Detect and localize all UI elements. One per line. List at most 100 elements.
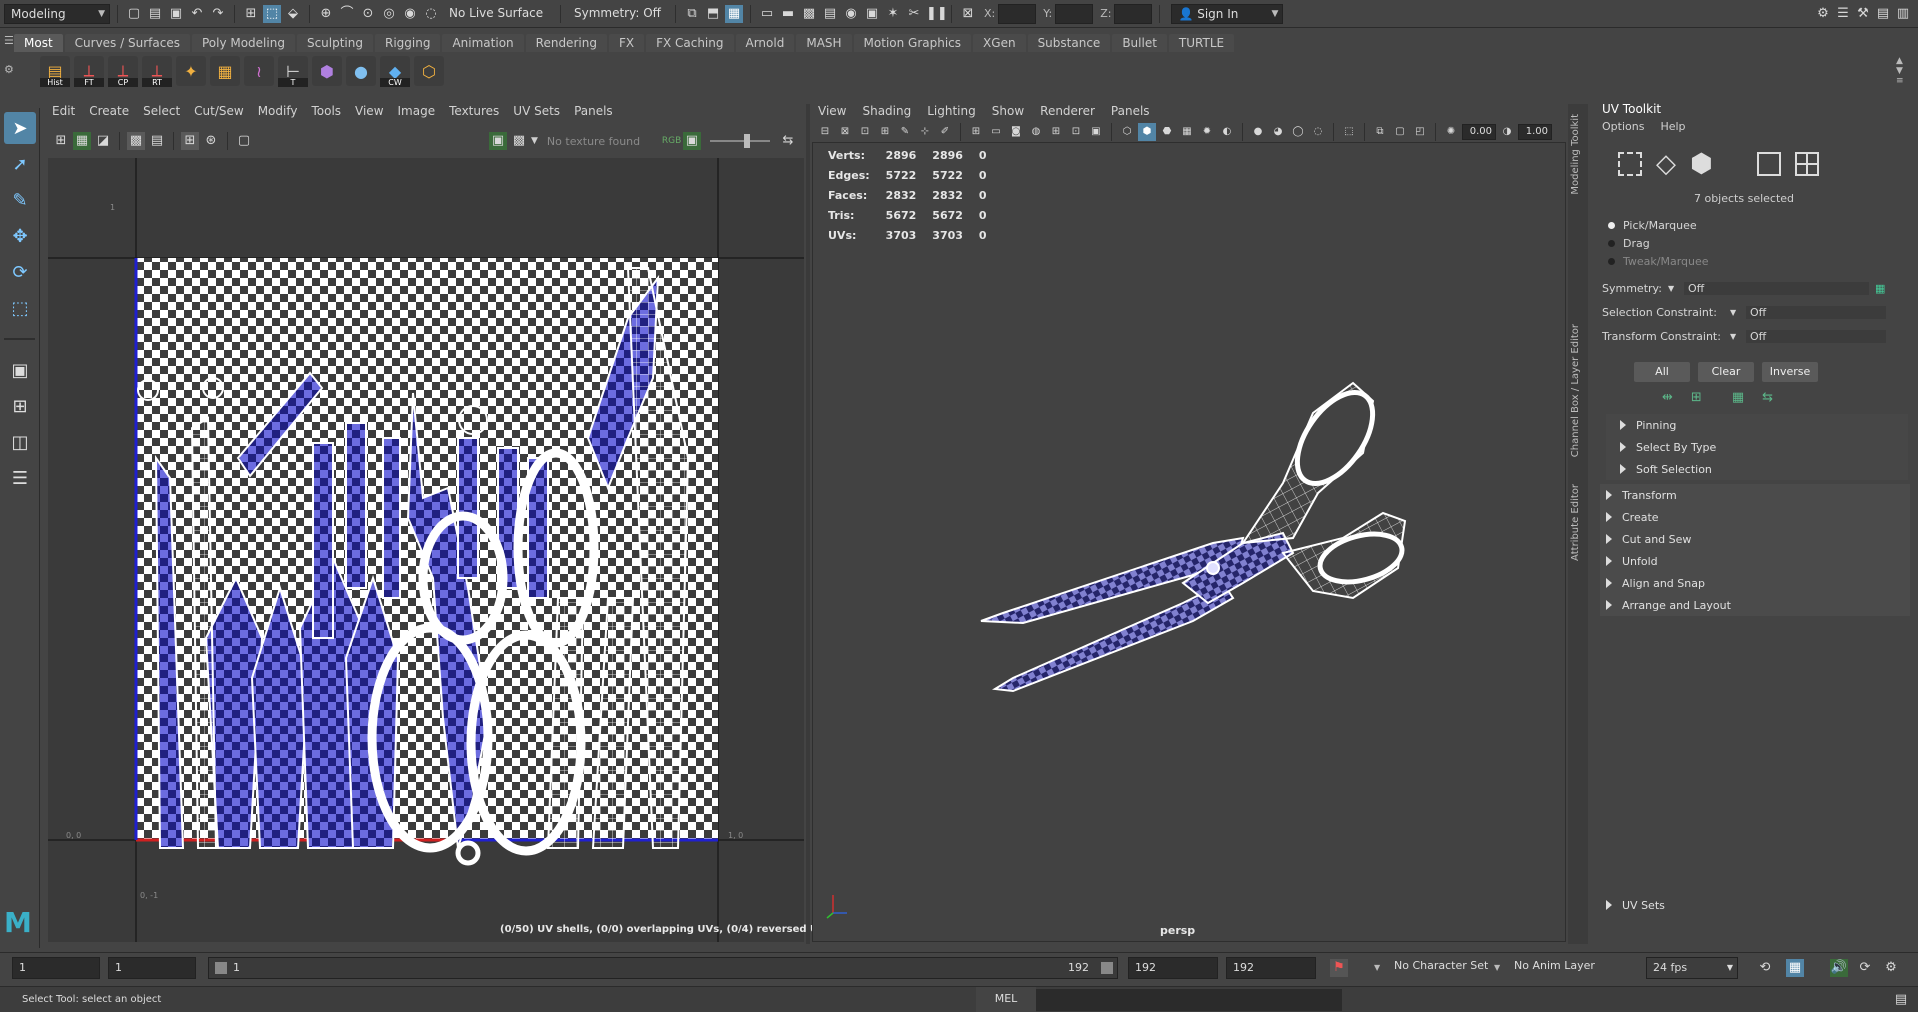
- anim-prefs-icon[interactable]: ⟳: [1856, 959, 1874, 977]
- uv-menu-textures[interactable]: Textures: [449, 104, 499, 124]
- uv-pixel-snap-icon[interactable]: ⊛: [202, 132, 220, 150]
- uv-checker-icon[interactable]: ▩: [127, 132, 145, 150]
- render-region-icon[interactable]: ⧉: [683, 5, 701, 23]
- toolkit-menu-options[interactable]: Options: [1602, 120, 1644, 133]
- side-tab-modeling-toolkit[interactable]: Modeling Toolkit: [1570, 114, 1581, 195]
- two-d-pan-icon[interactable]: ⊹: [916, 123, 934, 141]
- sound-icon[interactable]: 🔊: [1830, 959, 1848, 977]
- inverse-button[interactable]: Inverse: [1762, 362, 1818, 382]
- arnold-ipr-icon[interactable]: ▣: [863, 5, 881, 23]
- playback-end-field[interactable]: 192: [1128, 957, 1218, 979]
- camera-attributes-icon[interactable]: ⊡: [856, 123, 874, 141]
- undo-icon[interactable]: ↶: [188, 5, 206, 23]
- range-slider[interactable]: 1 192: [208, 957, 1118, 979]
- symmetry-dropdown[interactable]: Symmetry: Off: [568, 3, 668, 24]
- xray-active-icon[interactable]: ▢: [1391, 123, 1409, 141]
- uv-shell-select-icon[interactable]: [1618, 152, 1642, 176]
- side-tab-attribute-editor[interactable]: Attribute Editor: [1570, 484, 1581, 561]
- tool-settings-icon[interactable]: ⚒: [1854, 5, 1872, 23]
- tab-poly-modeling[interactable]: Poly Modeling: [191, 34, 295, 52]
- animation-start-field[interactable]: 1: [12, 957, 100, 979]
- fps-dropdown[interactable]: 24 fps ▼: [1646, 957, 1738, 979]
- attribute-editor-icon[interactable]: ☰: [1834, 5, 1852, 23]
- shadows-icon[interactable]: ◐: [1218, 123, 1236, 141]
- uv-menu-image[interactable]: Image: [398, 104, 436, 124]
- rotate-tool-icon[interactable]: ⟳: [4, 256, 36, 288]
- rgb-channel-icon[interactable]: RGB: [662, 132, 681, 150]
- record-icon[interactable]: ◉: [842, 5, 860, 23]
- select-hierarchy-icon[interactable]: ⊞: [242, 5, 260, 23]
- select-object-icon[interactable]: ⬚: [263, 4, 281, 23]
- render-frame-icon[interactable]: ⬒: [704, 5, 722, 23]
- chevron-down-icon[interactable]: ▼: [1494, 963, 1500, 972]
- select-all-button[interactable]: All: [1634, 362, 1690, 382]
- section-select-by-type[interactable]: Select By Type: [1606, 436, 1908, 458]
- channel-box-icon[interactable]: ▤: [1874, 5, 1892, 23]
- tab-animation[interactable]: Animation: [442, 34, 524, 52]
- bend-curve-button[interactable]: ≀: [244, 56, 274, 86]
- cache-playback-icon[interactable]: ▦: [1786, 959, 1804, 977]
- outliner-icon[interactable]: ▥: [1894, 5, 1912, 23]
- snap-live-icon[interactable]: ◌: [422, 5, 440, 23]
- playback-start-field[interactable]: 1: [108, 957, 196, 979]
- toolkit-menu-help[interactable]: Help: [1660, 120, 1685, 133]
- image-display-icon[interactable]: ▣: [489, 132, 507, 150]
- snap-point-icon[interactable]: ⊙: [359, 5, 377, 23]
- select-component-icon[interactable]: ⬙: [284, 5, 302, 23]
- tab-curves-surfaces[interactable]: Curves / Surfaces: [64, 34, 190, 52]
- script-editor-icon[interactable]: ▤: [1892, 991, 1910, 1009]
- tab-xgen[interactable]: XGen: [973, 34, 1026, 52]
- section-arrange-and-layout[interactable]: Arrange and Layout: [1600, 594, 1910, 616]
- render-view-icon[interactable]: ▭: [758, 5, 776, 23]
- tab-sculpting[interactable]: Sculpting: [296, 34, 373, 52]
- lights-icon[interactable]: ✹: [1198, 123, 1216, 141]
- vp-menu-panels[interactable]: Panels: [1111, 104, 1150, 124]
- select-border-icon[interactable]: ▦: [1732, 390, 1744, 405]
- section-cut-and-sew[interactable]: Cut and Sew: [1600, 528, 1910, 550]
- tab-fx[interactable]: FX: [608, 34, 645, 52]
- uv-distortion-icon[interactable]: ◪: [94, 132, 112, 150]
- gate-mask-icon[interactable]: ◍: [1027, 123, 1045, 141]
- uv-menu-panels[interactable]: Panels: [574, 104, 613, 124]
- field-chart-icon[interactable]: ⊞: [1047, 123, 1065, 141]
- side-tab-channel-box[interactable]: Channel Box / Layer Editor: [1570, 324, 1581, 457]
- combine-button[interactable]: ▦: [210, 56, 240, 86]
- animation-end-field[interactable]: 192: [1226, 957, 1316, 979]
- tweak-marquee-radio[interactable]: Tweak/Marquee: [1608, 252, 1709, 270]
- uv-face-select-icon[interactable]: ⬢: [1690, 151, 1713, 177]
- preferences-icon[interactable]: ⚙: [1882, 959, 1900, 977]
- symmetry-settings-icon[interactable]: ▦: [1875, 282, 1885, 295]
- gamma-icon[interactable]: ◑: [1498, 123, 1516, 141]
- lasso-tool-icon[interactable]: ➚: [4, 148, 36, 180]
- chevron-down-icon[interactable]: ▼: [1374, 963, 1380, 972]
- alpha-channel-icon[interactable]: ▣: [682, 132, 701, 150]
- uv-vertex-select-icon[interactable]: [1756, 152, 1781, 176]
- transform-input-icon[interactable]: ⊠: [959, 5, 977, 23]
- open-scene-icon[interactable]: ▤: [146, 5, 164, 23]
- tab-turtle[interactable]: TURTLE: [1168, 34, 1235, 52]
- select-shell-border-icon[interactable]: ⇆: [1762, 390, 1773, 405]
- arnold-flush-icon[interactable]: ✂: [905, 5, 923, 23]
- tab-fx-caching[interactable]: FX Caching: [646, 34, 734, 52]
- modeling-toolkit-icon[interactable]: ⚙: [1814, 5, 1832, 23]
- live-surface-dropdown[interactable]: No Live Surface: [443, 3, 553, 24]
- motion-blur-icon[interactable]: ◕: [1269, 123, 1287, 141]
- exposure-field[interactable]: 0.00: [1462, 124, 1496, 140]
- section-unfold[interactable]: Unfold: [1600, 550, 1910, 572]
- snap-curve-icon[interactable]: ⌒: [338, 5, 356, 23]
- uv-grid-icon[interactable]: ⊞: [52, 132, 70, 150]
- uv-menu-cut-sew[interactable]: Cut/Sew: [194, 104, 244, 124]
- snap-grid-icon[interactable]: ⊕: [317, 5, 335, 23]
- gamma-field[interactable]: 1.00: [1518, 124, 1552, 140]
- tab-motion-graphics[interactable]: Motion Graphics: [853, 34, 972, 52]
- drag-radio[interactable]: Drag: [1608, 234, 1709, 252]
- grid-toggle-icon[interactable]: ⊞: [967, 123, 985, 141]
- snap-view-icon[interactable]: ◎: [380, 5, 398, 23]
- render-settings-icon[interactable]: ▬: [779, 5, 797, 23]
- uv-edge-select-icon[interactable]: ◇: [1656, 151, 1676, 177]
- section-create[interactable]: Create: [1600, 506, 1910, 528]
- xray-icon[interactable]: ⧉: [1371, 123, 1389, 141]
- checker-display-icon[interactable]: ▩: [510, 132, 528, 150]
- snap-together-button[interactable]: ✦: [176, 56, 206, 86]
- four-view-layout-icon[interactable]: ⊞: [4, 390, 36, 422]
